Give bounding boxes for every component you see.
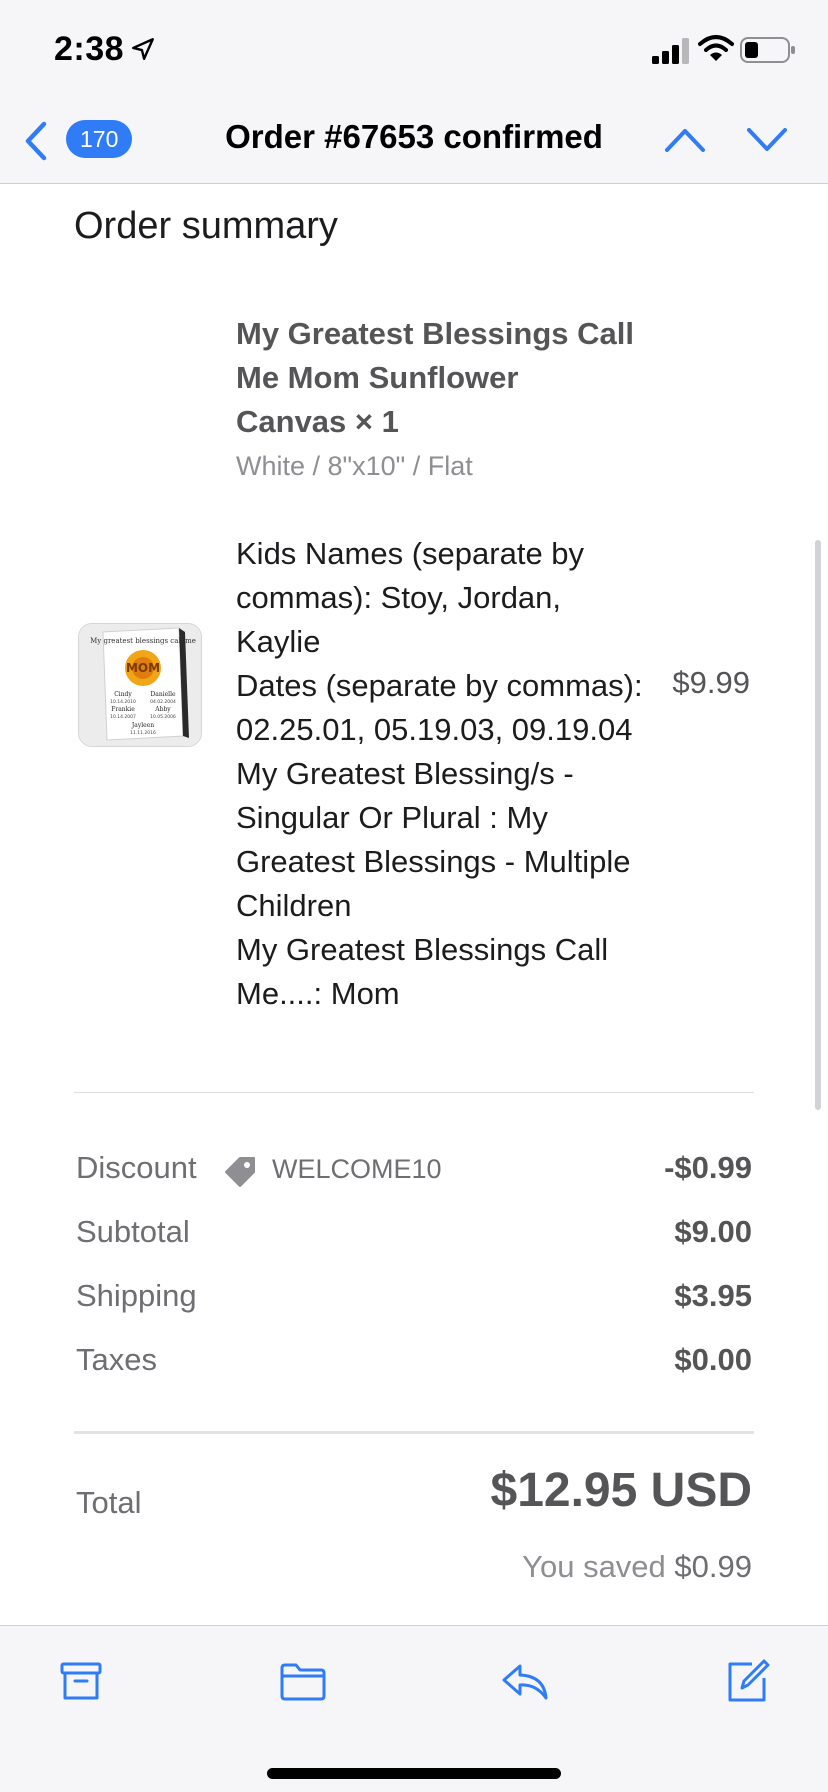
bottom-toolbar (0, 1625, 828, 1792)
status-time: 2:38 (54, 30, 125, 68)
divider (74, 1092, 754, 1093)
product-title: My Greatest Blessings Call Me Mom Sunflo… (236, 316, 634, 439)
divider (74, 1431, 754, 1434)
subtotal-value: $9.00 (674, 1214, 752, 1249)
thumb-header-text: My greatest blessings call me (90, 637, 196, 645)
tag-icon (225, 1157, 255, 1187)
reply-icon[interactable] (500, 1656, 550, 1706)
thumb-name: Abby (154, 706, 171, 713)
thumb-date: 10.14.2010 (110, 699, 136, 705)
savings-prefix: You saved (522, 1549, 666, 1584)
discount-label: Discount (76, 1150, 197, 1185)
signal-icon (652, 38, 689, 64)
savings-amount: $0.99 (674, 1549, 752, 1584)
discount-value: -$0.99 (664, 1150, 752, 1185)
property-kids-names: Kids Names (separate by commas): Stoy, J… (236, 536, 585, 659)
thumb-date: 11.11.2016 (130, 730, 156, 736)
taxes-value: $0.00 (674, 1342, 752, 1377)
email-body[interactable]: Order summary My Greatest Blessings Call… (0, 185, 828, 1625)
scrollbar[interactable] (815, 540, 821, 1110)
shipping-value: $3.95 (674, 1278, 752, 1313)
thumb-name: Jayleen (131, 722, 154, 729)
message-subject-title: Order #67653 confirmed (225, 118, 603, 155)
subtotal-row: Subtotal $9.00 (76, 1214, 752, 1258)
product-price: $9.99 (672, 665, 750, 700)
sunflower-canvas-image: My greatest blessings call me MOM Cindy … (79, 624, 201, 746)
chevron-up-icon[interactable] (664, 126, 706, 154)
compose-icon[interactable] (722, 1656, 772, 1706)
thumb-name: Frankie (111, 706, 135, 713)
status-bar: 2:38 (0, 0, 828, 96)
thumb-center-text: MOM (126, 661, 160, 675)
unread-count-badge[interactable]: 170 (66, 120, 133, 158)
folder-icon[interactable] (278, 1656, 328, 1706)
thumb-date: 10.14.2007 (110, 714, 136, 720)
product-thumbnail: My greatest blessings call me MOM Cindy … (78, 623, 202, 747)
chevron-left-icon[interactable] (22, 120, 50, 162)
chevron-down-icon[interactable] (746, 126, 788, 154)
property-call-me: My Greatest Blessings Call Me....: Mom (236, 932, 609, 1011)
message-nav-bar: 170 Order #67653 confirmed (0, 96, 828, 184)
thumb-name: Danielle (150, 691, 176, 698)
discount-code: WELCOME10 (272, 1154, 442, 1184)
taxes-row: Taxes $0.00 (76, 1342, 752, 1386)
thumb-date: 04.02.2004 (150, 699, 176, 705)
battery-icon (740, 37, 795, 63)
archive-icon[interactable] (56, 1656, 106, 1706)
subtotal-label: Subtotal (76, 1214, 190, 1249)
shipping-row: Shipping $3.95 (76, 1278, 752, 1322)
property-dates: Dates (separate by commas): 02.25.01, 05… (236, 668, 643, 747)
home-indicator[interactable] (267, 1768, 561, 1779)
product-variant: White / 8"x10" / Flat (236, 451, 473, 481)
product-properties: Kids Names (separate by commas): Stoy, J… (236, 532, 646, 1016)
order-summary-heading: Order summary (74, 205, 338, 247)
property-singular-plural: My Greatest Blessing/s - Singular Or Plu… (236, 756, 631, 923)
location-arrow-icon (132, 38, 154, 60)
total-value: $12.95 USD (490, 1464, 753, 1517)
wifi-icon (698, 35, 734, 61)
thumb-date: 10.05.2006 (150, 714, 176, 720)
taxes-label: Taxes (76, 1342, 157, 1377)
shipping-label: Shipping (76, 1278, 197, 1313)
thumb-name: Cindy (114, 691, 132, 698)
discount-row: Discount WELCOME10 -$0.99 (76, 1150, 752, 1194)
savings-text: You saved $0.99 (522, 1549, 752, 1585)
total-label: Total (76, 1485, 142, 1520)
